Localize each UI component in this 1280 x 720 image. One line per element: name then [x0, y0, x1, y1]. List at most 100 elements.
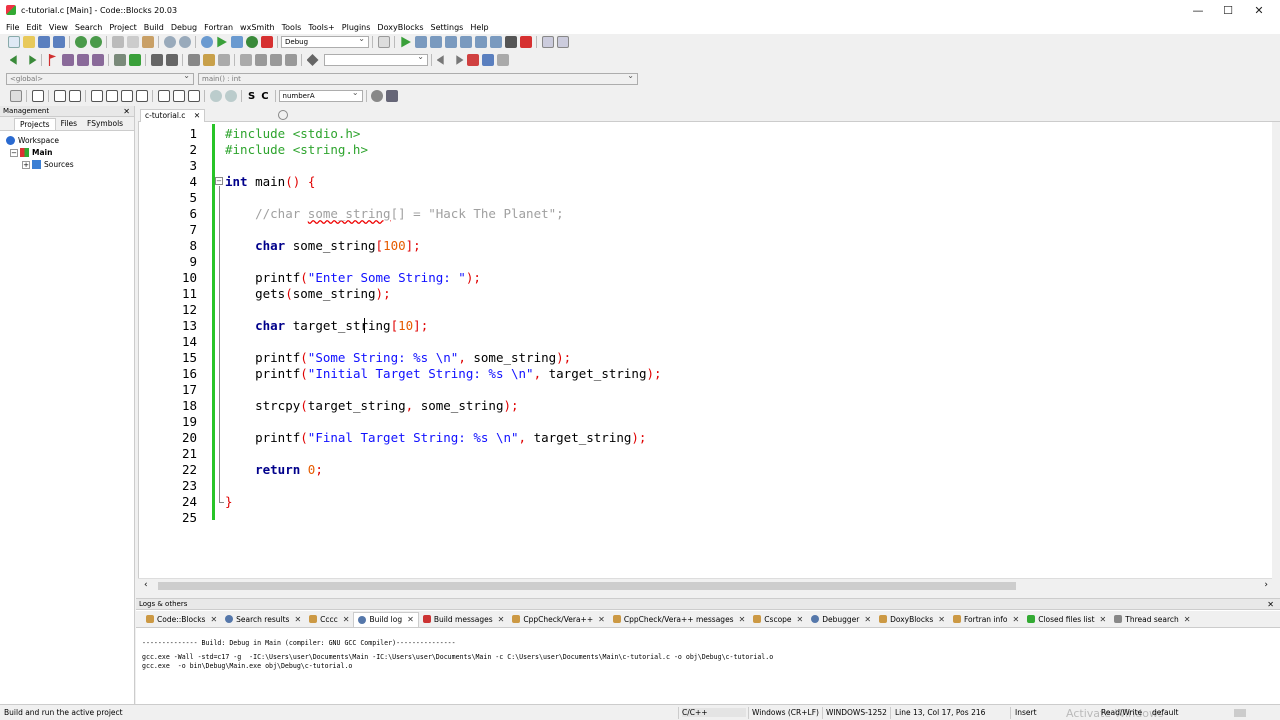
menu-help[interactable]: Help	[468, 23, 493, 32]
doxy-icon[interactable]	[187, 54, 200, 66]
jump-icon[interactable]	[113, 54, 126, 66]
collapse-icon[interactable]: −	[10, 148, 18, 157]
step-into-icon[interactable]	[444, 36, 457, 48]
close-tab-icon[interactable]: ✕	[797, 615, 804, 624]
close-tab-icon[interactable]: ✕	[294, 615, 301, 624]
widget-icon-1[interactable]	[53, 90, 66, 102]
zoom-in-icon[interactable]	[209, 90, 222, 102]
tab-cppcheck-messages[interactable]: CppCheck/Vera++ messages ✕	[609, 612, 749, 627]
break-debugger-icon[interactable]	[504, 36, 517, 48]
prev-result-icon[interactable]	[436, 55, 444, 65]
close-tab-icon[interactable]: ✕	[864, 615, 871, 624]
menu-edit[interactable]: Edit	[24, 23, 47, 32]
open-file-icon[interactable]	[22, 36, 35, 48]
tab-search-results[interactable]: Search results ✕	[221, 612, 305, 627]
menu-build[interactable]: Build	[142, 23, 169, 32]
menu-search[interactable]: Search	[73, 23, 107, 32]
doxy-run-icon[interactable]	[202, 54, 215, 66]
step-into-instruction-icon[interactable]	[489, 36, 502, 48]
tool-icon-2[interactable]	[254, 54, 267, 66]
symbol-search-select[interactable]: numberA	[278, 88, 363, 102]
close-management-icon[interactable]: ✕	[123, 106, 130, 117]
minimize-button[interactable]: —	[1183, 0, 1213, 20]
expand-icon[interactable]: +	[22, 160, 30, 169]
settings-wrench-icon[interactable]	[386, 90, 399, 102]
step-out-icon[interactable]	[459, 36, 472, 48]
build-gear-icon[interactable]	[200, 36, 213, 48]
stop-debugger-icon[interactable]	[519, 36, 532, 48]
code-folding-icon[interactable]	[306, 54, 319, 66]
widget-icon-2[interactable]	[68, 90, 81, 102]
editor-tab-c-tutorial[interactable]: c-tutorial.c ✕	[140, 109, 206, 122]
highlight-icon[interactable]	[466, 54, 479, 66]
search-symbol-icon[interactable]	[371, 90, 384, 102]
menu-file[interactable]: File	[4, 23, 24, 32]
widget-icon-8[interactable]	[172, 90, 185, 102]
code-editor[interactable]: 1 2 3 4 5 6 7 8 9 10 11 12 13 14 15 16 17 18 19 20 21 22 23 24 2…	[138, 122, 1272, 592]
close-tab-icon[interactable]: ✕	[407, 615, 414, 624]
various-info-icon[interactable]	[556, 36, 569, 48]
doxy-config-icon[interactable]	[217, 54, 230, 66]
close-tab-icon[interactable]: ✕	[498, 615, 505, 624]
menu-settings[interactable]: Settings	[429, 23, 469, 32]
menu-tools[interactable]: Tools	[280, 23, 307, 32]
close-button[interactable]: ✕	[1244, 0, 1274, 20]
widget-icon-7[interactable]	[157, 90, 170, 102]
run-to-cursor-icon[interactable]	[414, 36, 427, 48]
close-tab-icon[interactable]: ✕	[343, 615, 350, 624]
close-logs-icon[interactable]: ✕	[1267, 599, 1274, 610]
menu-wxsmith[interactable]: wxSmith	[238, 23, 280, 32]
jump-green-icon[interactable]	[128, 54, 141, 66]
menu-tools-plus[interactable]: Tools+	[306, 23, 339, 32]
redo-icon[interactable]	[89, 36, 102, 48]
scroll-left-icon[interactable]: ‹	[144, 580, 148, 590]
c-button[interactable]: C	[261, 91, 268, 102]
debug-continue-icon[interactable]	[401, 36, 411, 48]
close-tab-icon[interactable]: ✕	[1100, 615, 1107, 624]
next-result-icon[interactable]	[456, 55, 464, 65]
close-tab-icon[interactable]: ✕	[1013, 615, 1020, 624]
horizontal-scroll-thumb[interactable]	[158, 582, 1016, 590]
vertical-scrollbar[interactable]	[1272, 122, 1280, 592]
run-icon[interactable]	[217, 36, 227, 48]
horizontal-scrollbar[interactable]: ‹ ›	[138, 578, 1272, 592]
tree-workspace[interactable]: Workspace	[6, 135, 59, 146]
paste-icon[interactable]	[141, 36, 154, 48]
tab-cppcheck[interactable]: CppCheck/Vera++ ✕	[508, 612, 608, 627]
bookmark-flag-icon[interactable]	[48, 54, 57, 66]
find-icon[interactable]	[163, 36, 176, 48]
close-tab-icon[interactable]: ✕	[739, 615, 746, 624]
zoom-out-icon[interactable]	[224, 90, 237, 102]
comment-block-icon[interactable]	[150, 54, 163, 66]
tab-files[interactable]: Files	[56, 118, 82, 130]
replace-tool-icon[interactable]	[481, 54, 494, 66]
pointer-icon[interactable]	[9, 90, 22, 102]
forward-arrow-icon[interactable]	[29, 55, 37, 65]
tab-cccc[interactable]: Cccc ✕	[305, 612, 353, 627]
replace-icon[interactable]	[178, 36, 191, 48]
tree-project-main[interactable]: − Main	[10, 147, 52, 158]
build-and-run-icon[interactable]	[230, 36, 243, 48]
menu-fortran[interactable]: Fortran	[202, 23, 238, 32]
tab-cscope[interactable]: Cscope ✕	[749, 612, 807, 627]
tab-fsymbols[interactable]: FSymbols	[82, 118, 128, 130]
widget-icon-6[interactable]	[135, 90, 148, 102]
close-tab-icon[interactable]: ✕	[210, 615, 217, 624]
tool-icon-4[interactable]	[284, 54, 297, 66]
s-button[interactable]: S	[248, 91, 255, 102]
close-tab-icon[interactable]: ✕	[194, 111, 200, 120]
menu-doxyblocks[interactable]: DoxyBlocks	[375, 23, 428, 32]
close-tab-icon[interactable]: ✕	[1184, 615, 1191, 624]
tab-debugger[interactable]: Debugger ✕	[807, 612, 875, 627]
copy-icon[interactable]	[126, 36, 139, 48]
fold-marker-icon[interactable]: −	[215, 177, 223, 185]
tab-closed-files[interactable]: Closed files list ✕	[1023, 612, 1110, 627]
scroll-right-icon[interactable]: ›	[1264, 580, 1268, 590]
tree-folder-sources[interactable]: + Sources	[22, 159, 74, 170]
undo-icon[interactable]	[74, 36, 87, 48]
tab-codeblocks[interactable]: Code::Blocks ✕	[142, 612, 221, 627]
tab-build-messages[interactable]: Build messages ✕	[419, 612, 509, 627]
scope-select[interactable]: <global>	[6, 71, 194, 85]
save-all-icon[interactable]	[52, 36, 65, 48]
tab-build-log[interactable]: Build log ✕	[353, 611, 419, 627]
